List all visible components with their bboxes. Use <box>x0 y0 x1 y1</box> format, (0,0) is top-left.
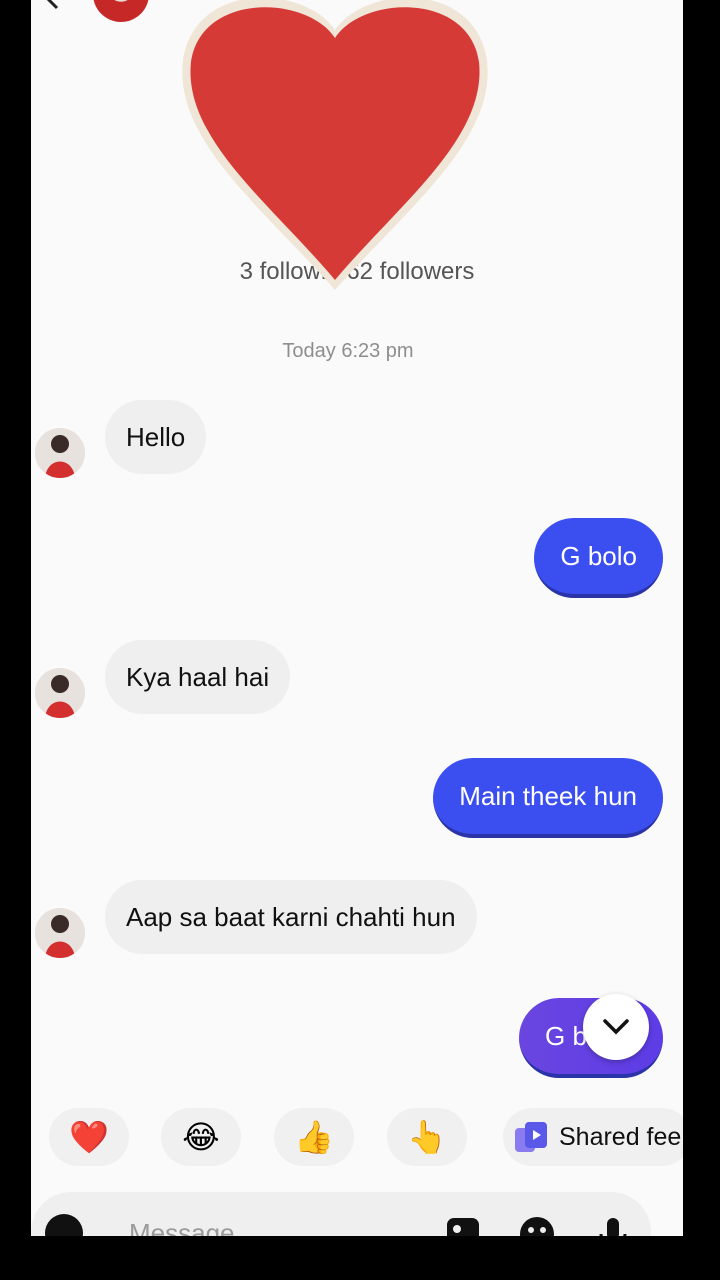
reaction-point-up[interactable]: 👆 <box>387 1108 467 1166</box>
sender-avatar[interactable] <box>35 668 85 718</box>
heart-sticker-icon <box>182 0 488 290</box>
sender-avatar[interactable] <box>35 908 85 958</box>
shared-feed-label: Shared fee <box>559 1122 682 1151</box>
outgoing-message[interactable]: G bolo <box>534 518 663 598</box>
shared-feed-icon <box>515 1122 547 1152</box>
microphone-icon[interactable] <box>593 1214 633 1236</box>
outgoing-message[interactable]: Main theek hun <box>433 758 663 838</box>
incoming-message[interactable]: Kya haal hai <box>105 640 291 714</box>
incoming-message[interactable]: Aap sa baat karni chahti hun <box>105 880 477 954</box>
message-timestamp: Today 6:23 pm <box>282 340 414 362</box>
scroll-to-bottom-button[interactable] <box>583 994 649 1060</box>
chat-screen: 3 followi 162 followers Today 6:23 pm He… <box>31 0 683 1236</box>
incoming-message[interactable]: Hello <box>105 400 207 474</box>
gallery-icon[interactable] <box>443 1214 483 1236</box>
sender-avatar[interactable] <box>35 428 85 478</box>
message-composer: Message <box>31 1192 651 1236</box>
chevron-down-icon <box>603 1019 629 1035</box>
header-avatar[interactable] <box>93 0 149 22</box>
shared-feed-button[interactable]: Shared fee <box>503 1108 683 1166</box>
message-input[interactable]: Message <box>129 1218 235 1236</box>
reaction-laugh[interactable]: 😂 <box>161 1108 241 1166</box>
quick-reaction-bar: ❤️ 😂 👍 👆 Shared fee <box>31 1108 683 1168</box>
sticker-icon[interactable] <box>517 1214 557 1236</box>
reaction-thumbs-up[interactable]: 👍 <box>274 1108 354 1166</box>
reaction-heart[interactable]: ❤️ <box>49 1108 129 1166</box>
back-arrow-icon[interactable] <box>41 0 65 10</box>
camera-icon[interactable] <box>45 1214 83 1236</box>
